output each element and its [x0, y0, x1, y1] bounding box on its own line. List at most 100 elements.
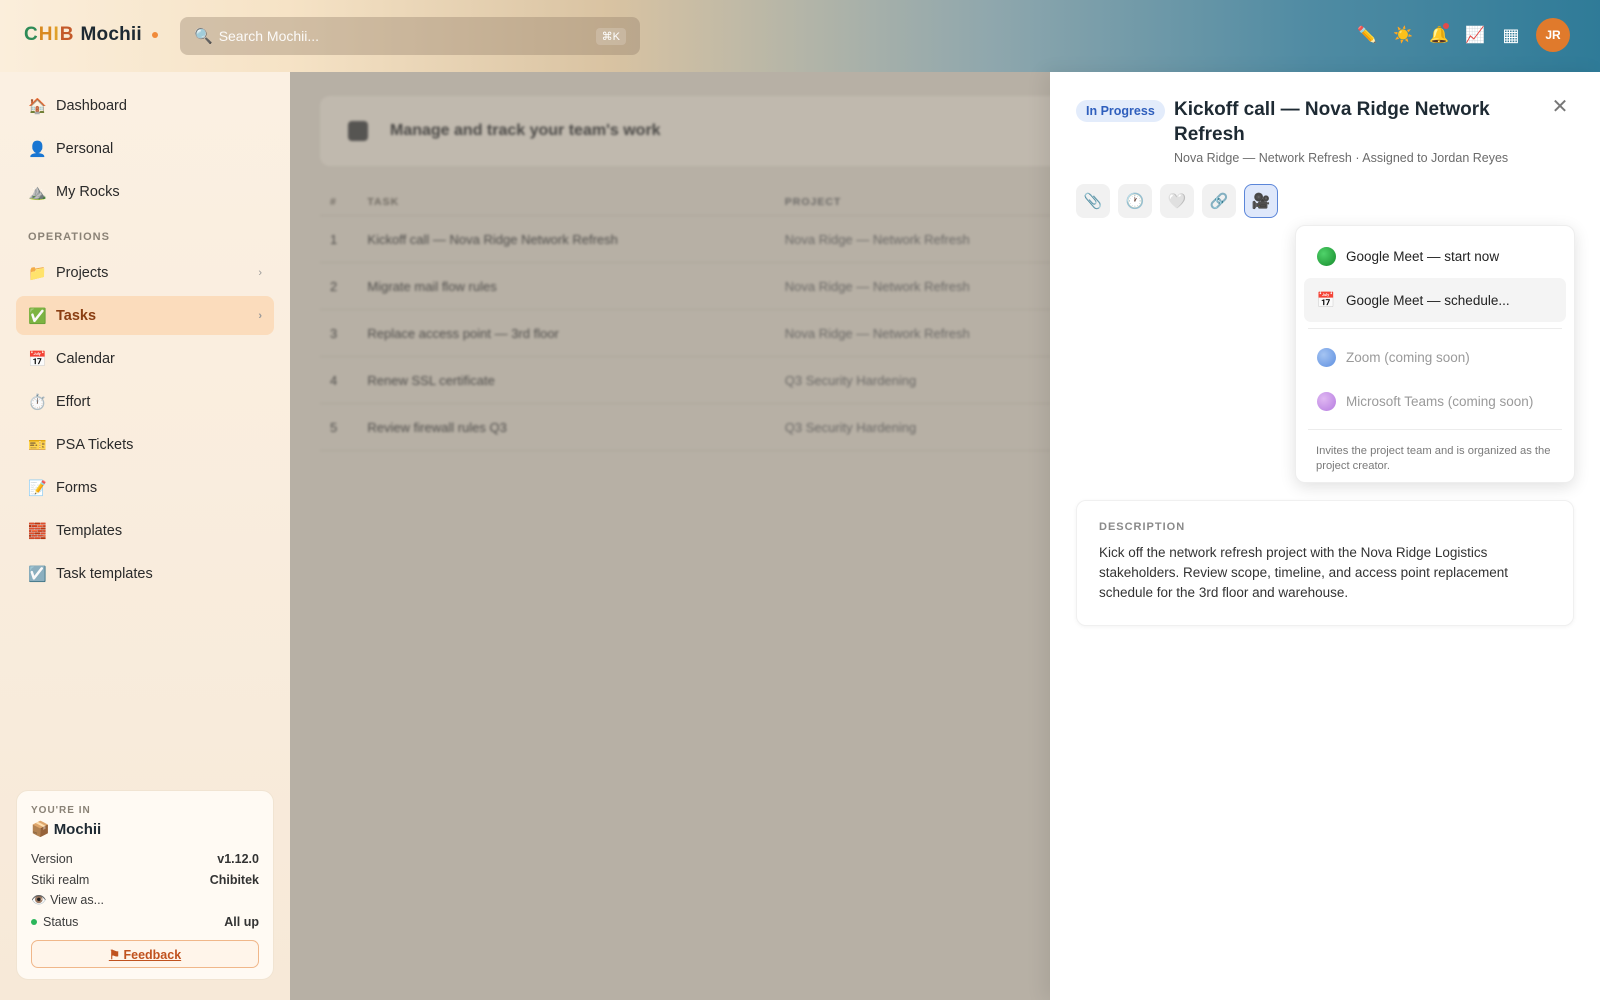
- env-version-row: Version v1.12.0: [31, 848, 259, 869]
- menu-note: Invites the project team and is organize…: [1316, 445, 1551, 472]
- menu-item-google-meet-schedule[interactable]: 📅 Google Meet — schedule...: [1304, 278, 1566, 322]
- env-name-text: Mochii: [53, 820, 102, 838]
- sidebar-item-label: Dashboard: [56, 97, 127, 114]
- sidebar-item-label: PSA Tickets: [56, 436, 134, 453]
- menu-item-label: Google Meet — start now: [1346, 248, 1500, 264]
- sidebar-section-operations: OPERATIONS: [28, 231, 110, 243]
- sidebar-item-task-templates[interactable]: ☑️ Task templates: [16, 554, 274, 593]
- sidebar-item-dashboard[interactable]: 🏠 Dashboard: [16, 86, 274, 125]
- status-badge: In Progress: [1076, 100, 1165, 122]
- drawer-title: Kickoff call — Nova Ridge Network Refres…: [1174, 99, 1490, 145]
- search-input[interactable]: [218, 28, 596, 44]
- bricks-icon: 🧱: [28, 522, 47, 540]
- pencil-icon[interactable]: ✏️: [1356, 24, 1378, 46]
- row-number: 3: [330, 325, 338, 341]
- bell-icon[interactable]: 🔔: [1428, 23, 1450, 46]
- row-number: 1: [330, 231, 338, 247]
- table-row[interactable]: 2 Migrate mail flow rules Nova Ridge — N…: [320, 263, 1050, 310]
- sidebar-item-psa-tickets[interactable]: 🎫 PSA Tickets: [16, 425, 274, 464]
- description-text: Kick off the network refresh project wit…: [1099, 545, 1508, 600]
- feedback-button[interactable]: ⚑ Feedback: [31, 940, 259, 968]
- task-table: # TASK PROJECT 1 Kickoff call — Nova Rid…: [320, 188, 1050, 451]
- ticket-icon: 🎫: [28, 436, 47, 454]
- heart-icon[interactable]: 🤍: [1160, 184, 1194, 218]
- video-camera-icon[interactable]: 🎥: [1244, 184, 1278, 218]
- drawer-subtitle: Nova Ridge — Network Refresh · Assigned …: [1174, 151, 1509, 165]
- purple-dot-icon: [1316, 391, 1336, 411]
- sidebar-item-label: Effort: [56, 393, 91, 410]
- row-task: Migrate mail flow rules: [367, 278, 497, 294]
- menu-divider: [1308, 429, 1562, 430]
- env-status-label: Status: [43, 914, 79, 929]
- env-status-row: Status All up: [31, 911, 259, 932]
- logo-dot: [151, 32, 158, 38]
- package-icon: 📦: [31, 821, 50, 838]
- attachment-icon[interactable]: 📎: [1076, 184, 1110, 218]
- column-header-number: #: [330, 195, 337, 208]
- top-actions: ✏️ ☀️ 🔔 📈 ▦ JR: [1356, 18, 1570, 52]
- sidebar-item-tasks[interactable]: ✅ Tasks ›: [16, 296, 274, 335]
- green-dot-icon: [1316, 246, 1336, 266]
- sidebar-item-effort[interactable]: ⏱️ Effort: [16, 382, 274, 421]
- menu-item-google-meet-start[interactable]: Google Meet — start now: [1304, 234, 1566, 278]
- view-as-link[interactable]: 👁️ View as...: [31, 890, 259, 911]
- sidebar-item-label: Calendar: [56, 350, 115, 367]
- table-row[interactable]: 3 Replace access point — 3rd floor Nova …: [320, 310, 1050, 357]
- sidebar-nav: 🏠 Dashboard 👤 Personal ⛰️ My Rocks OPERA…: [0, 72, 290, 593]
- stopwatch-icon: ⏱️: [28, 393, 47, 411]
- app-logo[interactable]: CHIB Mochii: [24, 24, 158, 46]
- env-label: YOU'RE IN: [31, 805, 91, 816]
- menu-divider: [1308, 328, 1562, 329]
- table-row[interactable]: 1 Kickoff call — Nova Ridge Network Refr…: [320, 216, 1050, 263]
- table-row[interactable]: 5 Review firewall rules Q3 Q3 Security H…: [320, 404, 1050, 451]
- folder-icon: 📁: [28, 264, 47, 282]
- main-content-overlay[interactable]: Manage and track your team's work # TASK…: [290, 72, 1050, 1000]
- env-realm-value: Chibitek: [209, 872, 259, 887]
- row-project: Q3 Security Hardening: [784, 372, 917, 388]
- teams-icon: [1316, 391, 1336, 411]
- table-row[interactable]: 4 Renew SSL certificate Q3 Security Hard…: [320, 357, 1050, 404]
- description-card: DESCRIPTION Kick off the network refresh…: [1076, 500, 1574, 626]
- checkbox-icon: [348, 121, 368, 141]
- sidebar-item-calendar[interactable]: 📅 Calendar: [16, 339, 274, 378]
- row-task: Replace access point — 3rd floor: [367, 325, 559, 341]
- sidebar-item-label: Tasks: [56, 307, 97, 324]
- sidebar-item-templates[interactable]: 🧱 Templates: [16, 511, 274, 550]
- row-task: Renew SSL certificate: [367, 372, 495, 388]
- clock-icon[interactable]: 🕐: [1118, 184, 1152, 218]
- link-icon[interactable]: 🔗: [1202, 184, 1236, 218]
- menu-item-label: Google Meet — schedule...: [1346, 292, 1510, 308]
- chart-icon[interactable]: 📈: [1464, 24, 1486, 46]
- sidebar-item-my-rocks[interactable]: ⛰️ My Rocks: [16, 172, 274, 211]
- main-content: Manage and track your team's work # TASK…: [320, 96, 1050, 451]
- sun-icon[interactable]: ☀️: [1392, 24, 1414, 46]
- menu-item-label: Zoom (coming soon): [1346, 349, 1470, 365]
- row-project: Q3 Security Hardening: [784, 419, 917, 435]
- search-bar[interactable]: 🔍 ⌘K: [180, 17, 640, 55]
- close-icon[interactable]: ✕: [1550, 96, 1570, 118]
- env-version-value: v1.12.0: [217, 851, 259, 866]
- sidebar-item-forms[interactable]: 📝 Forms: [16, 468, 274, 507]
- meeting-menu: Google Meet — start now 📅 Google Meet — …: [1295, 225, 1575, 483]
- blue-dot-icon: [1316, 347, 1336, 367]
- chevron-right-icon: ›: [258, 309, 262, 322]
- sidebar-item-projects[interactable]: 📁 Projects ›: [16, 253, 274, 292]
- row-number: 2: [330, 278, 338, 294]
- person-icon: 👤: [28, 140, 47, 158]
- menu-item-microsoft-teams: Microsoft Teams (coming soon): [1304, 379, 1566, 423]
- sidebar-item-label: Task templates: [56, 565, 153, 582]
- table-header: # TASK PROJECT: [320, 188, 1050, 216]
- column-header-task: TASK: [367, 195, 400, 208]
- sidebar-item-label: Forms: [56, 479, 98, 496]
- env-name: 📦 Mochii: [31, 820, 259, 839]
- house-icon: 🏠: [28, 97, 47, 115]
- avatar[interactable]: JR: [1536, 18, 1570, 52]
- logo-name: Mochii: [80, 24, 142, 45]
- top-bar: CHIB Mochii 🔍 ⌘K ✏️ ☀️ 🔔 📈 ▦ JR: [0, 0, 1600, 72]
- view-as-text: 👁️ View as...: [31, 893, 104, 908]
- drawer-action-bar: 📎 🕐 🤍 🔗 🎥: [1076, 184, 1278, 218]
- page-header: Manage and track your team's work: [320, 96, 1050, 166]
- description-label: DESCRIPTION: [1099, 521, 1186, 533]
- sidebar-item-personal[interactable]: 👤 Personal: [16, 129, 274, 168]
- grid-icon[interactable]: ▦: [1500, 24, 1522, 46]
